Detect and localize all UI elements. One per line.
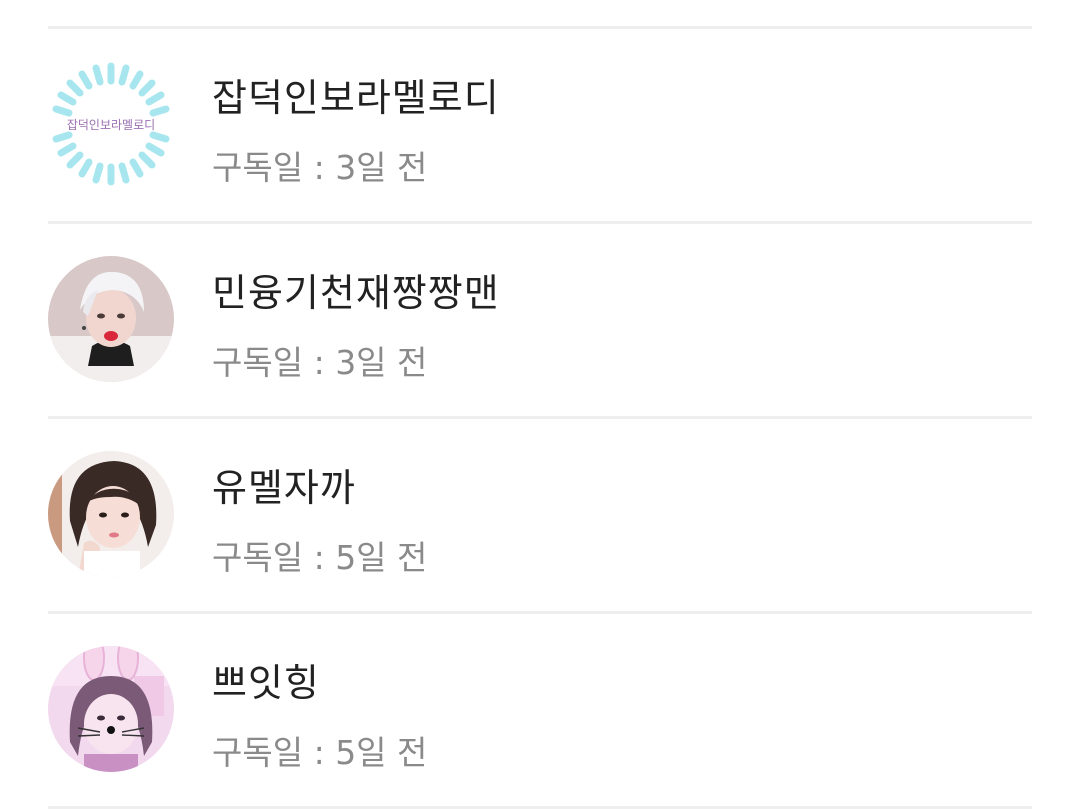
subscribed-date: 구독일 : 3일 전 xyxy=(212,336,427,384)
subscriber-name: 민융기천재짱짱맨 xyxy=(212,271,500,315)
subscribed-label: 구독일 : xyxy=(212,148,336,187)
bunny-filter-girl-avatar[interactable] xyxy=(48,646,174,772)
divider xyxy=(48,806,1032,809)
subscribed-days: 3일 전 xyxy=(335,343,428,382)
subscribed-label: 구독일 : xyxy=(212,343,336,382)
subscribed-label: 구독일 : xyxy=(212,538,336,577)
subscribed-days: 3일 전 xyxy=(335,148,428,187)
sunburst-logo-avatar[interactable]: 잡덕인보라멜로디 xyxy=(48,61,174,187)
subscribed-date: 구독일 : 5일 전 xyxy=(212,531,427,579)
subscribed-days: 5일 전 xyxy=(335,733,428,772)
subscribed-date: 구독일 : 3일 전 xyxy=(212,141,427,189)
avatar-logo-text: 잡덕인보라멜로디 xyxy=(67,118,155,132)
subscriber-item-4[interactable]: 쁘잇힝 구독일 : 5일 전 xyxy=(48,614,1032,806)
subscriber-item-2[interactable]: 민융기천재짱짱맨 구독일 : 3일 전 xyxy=(48,224,1032,416)
subscriber-name: 잡덕인보라멜로디 xyxy=(212,76,500,120)
white-hair-person-avatar[interactable] xyxy=(48,256,174,382)
subscriber-name: 쁘잇힝 xyxy=(212,661,320,705)
subscriber-list: 잡덕인보라멜로디 잡덕인보라멜로디 구독일 : 3일 전 민융기천재짱짱맨 구독… xyxy=(0,0,1080,810)
subscribed-label: 구독일 : xyxy=(212,733,336,772)
subscribed-date: 구독일 : 5일 전 xyxy=(212,726,427,774)
subscriber-item-1[interactable]: 잡덕인보라멜로디 잡덕인보라멜로디 구독일 : 3일 전 xyxy=(48,29,1032,221)
subscriber-name: 유멜자까 xyxy=(212,466,356,510)
subscriber-item-3[interactable]: 유멜자까 구독일 : 5일 전 xyxy=(48,419,1032,611)
bob-hair-girl-avatar[interactable] xyxy=(48,451,174,577)
subscribed-days: 5일 전 xyxy=(335,538,428,577)
